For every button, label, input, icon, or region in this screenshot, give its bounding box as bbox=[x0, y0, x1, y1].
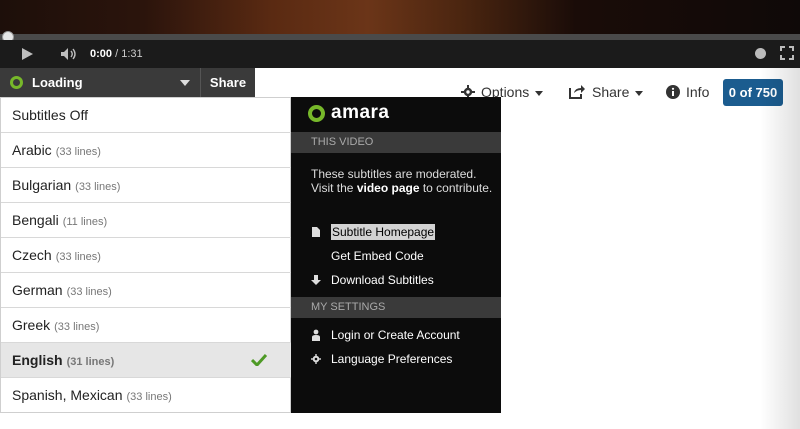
amara-logo-text: amara bbox=[331, 102, 390, 123]
chevron-down-icon bbox=[535, 90, 544, 96]
language-preferences-label: Language Preferences bbox=[331, 352, 453, 366]
gear-icon bbox=[311, 354, 321, 364]
subtitle-share-button[interactable]: Share bbox=[200, 68, 255, 97]
time-separator: / bbox=[112, 48, 122, 60]
language-count: (31 lines) bbox=[66, 356, 115, 368]
language-label: German bbox=[12, 282, 63, 298]
language-count: (33 lines) bbox=[66, 286, 112, 298]
player-controls: 0:00 / 1:31 bbox=[0, 40, 800, 68]
language-name: Subtitles Off bbox=[12, 107, 92, 123]
language-name: Arabic (33 lines) bbox=[12, 142, 101, 158]
language-count: (33 lines) bbox=[126, 391, 172, 403]
section-this-video: THIS VIDEO bbox=[291, 132, 501, 153]
section-my-settings: MY SETTINGS bbox=[291, 297, 501, 318]
amara-panel: amara THIS VIDEO These subtitles are mod… bbox=[291, 97, 501, 413]
desc-text-2: to contribute. bbox=[419, 181, 493, 195]
time-current: 0:00 bbox=[90, 48, 113, 60]
document-icon bbox=[312, 227, 320, 237]
language-dropdown[interactable]: Loading bbox=[0, 68, 200, 97]
language-count: (33 lines) bbox=[55, 146, 101, 158]
video-page-link[interactable]: video page bbox=[357, 181, 420, 195]
login-label: Login or Create Account bbox=[331, 328, 460, 342]
loading-label: Loading bbox=[32, 75, 83, 90]
amara-ring-icon bbox=[10, 76, 23, 89]
share-label: Share bbox=[592, 84, 630, 100]
download-arrow-icon bbox=[311, 275, 321, 285]
clock-icon[interactable] bbox=[755, 48, 766, 59]
language-name: Czech (33 lines) bbox=[12, 247, 101, 263]
language-count: (33 lines) bbox=[75, 181, 121, 193]
language-name: Greek (33 lines) bbox=[12, 317, 99, 333]
user-icon bbox=[312, 329, 320, 341]
language-item-czech[interactable]: Czech (33 lines) bbox=[1, 238, 291, 273]
language-count: (33 lines) bbox=[54, 321, 100, 333]
language-label: English bbox=[12, 352, 63, 368]
moderation-description: These subtitles are moderated. Visit the… bbox=[311, 167, 496, 195]
subtitle-bar: Loading Share bbox=[0, 68, 255, 97]
share-button[interactable]: Share bbox=[569, 80, 644, 104]
download-subtitles-label: Download Subtitles bbox=[331, 273, 434, 287]
language-name: Spanish, Mexican (33 lines) bbox=[12, 387, 172, 403]
chevron-down-icon bbox=[635, 90, 644, 96]
language-label: Bengali bbox=[12, 212, 59, 228]
check-icon bbox=[251, 354, 267, 366]
language-label: Subtitles Off bbox=[12, 107, 89, 123]
info-button[interactable]: Info bbox=[666, 80, 709, 104]
language-item-subtitles-off[interactable]: Subtitles Off bbox=[1, 98, 291, 133]
language-name: Bengali (11 lines) bbox=[12, 212, 107, 228]
share-icon bbox=[569, 85, 585, 99]
play-icon[interactable] bbox=[22, 48, 33, 60]
language-item-bengali[interactable]: Bengali (11 lines) bbox=[1, 203, 291, 238]
language-label: Greek bbox=[12, 317, 51, 333]
language-name: English (31 lines) bbox=[12, 352, 114, 368]
language-label: Bulgarian bbox=[12, 177, 72, 193]
subtitle-homepage-label: Subtitle Homepage bbox=[331, 224, 436, 240]
amara-ring-icon bbox=[308, 105, 325, 122]
fullscreen-icon[interactable] bbox=[780, 46, 794, 60]
chevron-down-icon bbox=[180, 80, 190, 86]
info-icon bbox=[666, 85, 680, 99]
language-item-greek[interactable]: Greek (33 lines) bbox=[1, 308, 291, 343]
info-label: Info bbox=[686, 84, 710, 100]
edge-shadow bbox=[760, 68, 800, 429]
language-count: (33 lines) bbox=[55, 251, 101, 263]
language-list: Subtitles Off Arabic (33 lines) Bulgarian… bbox=[0, 97, 291, 413]
get-embed-code-label: Get Embed Code bbox=[331, 249, 424, 263]
video-frame[interactable] bbox=[0, 0, 800, 34]
language-label: Arabic bbox=[12, 142, 52, 158]
language-item-german[interactable]: German (33 lines) bbox=[1, 273, 291, 308]
volume-icon[interactable] bbox=[60, 47, 78, 61]
language-item-english[interactable]: English (31 lines) bbox=[1, 343, 291, 378]
language-name: Bulgarian (33 lines) bbox=[12, 177, 120, 193]
language-item-arabic[interactable]: Arabic (33 lines) bbox=[1, 133, 291, 168]
language-label: Spanish, Mexican bbox=[12, 387, 123, 403]
language-item-spanish-mexican[interactable]: Spanish, Mexican (33 lines) bbox=[1, 378, 291, 413]
time-display: 0:00 / 1:31 bbox=[90, 48, 143, 60]
language-count: (11 lines) bbox=[62, 216, 108, 228]
language-item-bulgarian[interactable]: Bulgarian (33 lines) bbox=[1, 168, 291, 203]
language-label: Czech bbox=[12, 247, 52, 263]
language-name: German (33 lines) bbox=[12, 282, 112, 298]
time-total: 1:31 bbox=[121, 48, 143, 60]
